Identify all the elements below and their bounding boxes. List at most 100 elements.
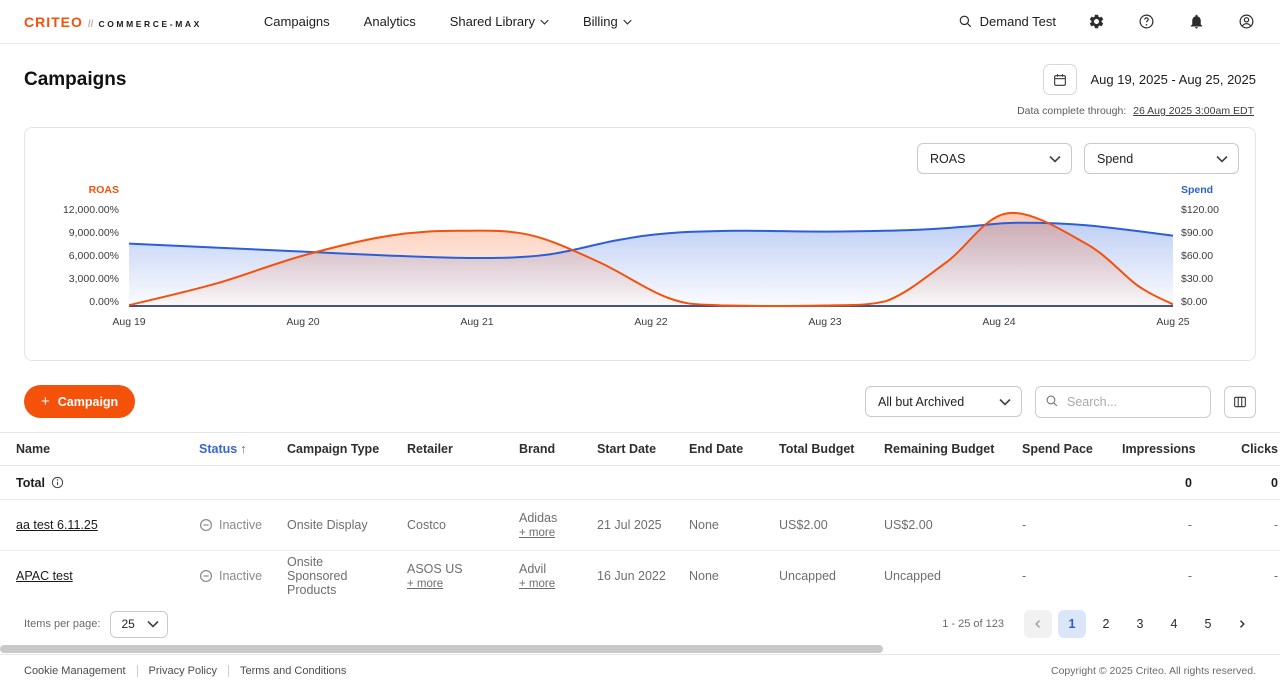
page-button-1[interactable]: 1 (1058, 610, 1086, 638)
data-complete-label: Data complete through: (1017, 105, 1126, 117)
brand-more-link[interactable]: + more (519, 578, 555, 590)
total-impressions: 0 (1122, 466, 1208, 500)
campaigns-table-wrapper: Name Status↑ Campaign Type Retailer Bran… (0, 432, 1280, 600)
add-campaign-button[interactable]: + Campaign (24, 385, 135, 418)
col-total-budget[interactable]: Total Budget (779, 433, 884, 466)
column-settings-button[interactable] (1224, 386, 1256, 418)
search-input[interactable] (1035, 386, 1211, 418)
total-budget-cell: Uncapped (779, 551, 884, 601)
left-metric-select[interactable]: ROAS (917, 143, 1072, 174)
info-icon[interactable] (51, 476, 64, 489)
total-row-spacer (199, 466, 1122, 500)
retailer-more-link[interactable]: + more (407, 578, 443, 590)
account-button[interactable] (1236, 12, 1256, 32)
notifications-button[interactable] (1186, 12, 1206, 32)
status-filter-select[interactable]: All but Archived (865, 386, 1022, 417)
retailer-value: Costco (407, 518, 507, 532)
total-clicks: 0 (1208, 466, 1280, 500)
right-tick: $60.00 (1181, 250, 1239, 262)
retailer-value: ASOS US (407, 562, 507, 576)
chevron-down-icon (540, 19, 549, 25)
end-date-cell: None (689, 500, 779, 551)
right-axis-ticks: $120.00 $90.00 $60.00 $30.00 $0.00 (1173, 204, 1239, 308)
table-row: APAC test Inactive Onsite Sponsored Prod… (0, 551, 1280, 601)
col-end-date[interactable]: End Date (689, 433, 779, 466)
x-tick: Aug 24 (982, 316, 1015, 328)
terms-link[interactable]: Terms and Conditions (228, 665, 346, 677)
spend-pace-cell: - (1022, 500, 1122, 551)
date-range-value: Aug 19, 2025 - Aug 25, 2025 (1090, 72, 1256, 87)
left-tick: 0.00% (41, 296, 119, 308)
topbar-actions: Demand Test (958, 12, 1256, 32)
chevron-down-icon (1049, 155, 1061, 163)
search-box (1035, 386, 1211, 418)
x-tick: Aug 21 (460, 316, 493, 328)
brand-value: Advil (519, 562, 585, 576)
col-retailer[interactable]: Retailer (407, 433, 519, 466)
col-status[interactable]: Status↑ (199, 433, 287, 466)
col-brand[interactable]: Brand (519, 433, 597, 466)
bell-icon (1188, 13, 1205, 30)
total-row: Total 0 0 (0, 466, 1280, 500)
date-range-area: Aug 19, 2025 - Aug 25, 2025 (1043, 64, 1256, 95)
account-switcher[interactable]: Demand Test (958, 14, 1056, 29)
main-nav: Campaigns Analytics Shared Library Billi… (264, 14, 632, 29)
col-clicks[interactable]: Clicks (1208, 433, 1280, 466)
privacy-policy-link[interactable]: Privacy Policy (137, 665, 217, 677)
cookie-management-link[interactable]: Cookie Management (24, 665, 126, 677)
x-tick: Aug 23 (808, 316, 841, 328)
page-button-4[interactable]: 4 (1160, 610, 1188, 638)
campaign-type-cell: Onsite Sponsored Products (287, 551, 407, 601)
date-picker-button[interactable] (1043, 64, 1077, 95)
col-spend-pace[interactable]: Spend Pace (1022, 433, 1122, 466)
chart-canvas (129, 204, 1173, 308)
next-page-button[interactable] (1228, 610, 1256, 638)
prev-page-button[interactable] (1024, 610, 1052, 638)
data-complete-link[interactable]: 26 Aug 2025 3:00am EDT (1133, 105, 1254, 117)
chart-spacer (129, 184, 1173, 204)
col-start-date[interactable]: Start Date (597, 433, 689, 466)
col-name[interactable]: Name (0, 433, 199, 466)
page-title: Campaigns (24, 69, 126, 91)
status-badge: Inactive (199, 569, 275, 583)
copyright-text: Copyright © 2025 Criteo. All rights rese… (1051, 665, 1256, 677)
chart-plot-area (129, 204, 1173, 308)
items-per-page-select[interactable]: 25 (110, 611, 168, 638)
help-button[interactable] (1136, 12, 1156, 32)
campaign-link[interactable]: APAC test (16, 569, 73, 583)
criteo-logo[interactable]: CRITEO // COMMERCE-MAX (24, 14, 202, 30)
campaign-type-cell: Onsite Display (287, 500, 407, 551)
page-button-5[interactable]: 5 (1194, 610, 1222, 638)
nav-shared-library[interactable]: Shared Library (450, 14, 549, 29)
nav-campaigns[interactable]: Campaigns (264, 14, 330, 29)
chevron-right-icon (1236, 618, 1248, 630)
scrollbar-thumb[interactable] (0, 645, 883, 653)
page-button-3[interactable]: 3 (1126, 610, 1154, 638)
account-icon (1238, 13, 1255, 30)
status-badge: Inactive (199, 518, 275, 532)
impressions-cell: - (1122, 551, 1208, 601)
brand-more-link[interactable]: + more (519, 527, 555, 539)
col-campaign-type[interactable]: Campaign Type (287, 433, 407, 466)
campaign-link[interactable]: aa test 6.11.25 (16, 518, 98, 532)
col-remaining-budget[interactable]: Remaining Budget (884, 433, 1022, 466)
settings-button[interactable] (1086, 12, 1106, 32)
right-metric-value: Spend (1097, 152, 1133, 166)
status-filter-value: All but Archived (878, 395, 964, 409)
nav-analytics[interactable]: Analytics (364, 14, 416, 29)
chevron-down-icon (999, 398, 1011, 406)
help-icon (1138, 13, 1155, 30)
x-tick: Aug 19 (112, 316, 145, 328)
brand-cell: Advil + more (519, 551, 597, 601)
nav-billing[interactable]: Billing (583, 14, 632, 29)
spend-pace-cell: - (1022, 551, 1122, 601)
data-complete-note: Data complete through: 26 Aug 2025 3:00a… (0, 97, 1280, 123)
right-metric-select[interactable]: Spend (1084, 143, 1239, 174)
col-impressions[interactable]: Impressions (1122, 433, 1208, 466)
status-label: Inactive (219, 518, 262, 532)
plus-icon: + (41, 394, 50, 409)
page-button-2[interactable]: 2 (1092, 610, 1120, 638)
search-icon (958, 14, 973, 29)
table-row: aa test 6.11.25 Inactive Onsite Display … (0, 500, 1280, 551)
left-tick: 12,000.00% (41, 204, 119, 216)
